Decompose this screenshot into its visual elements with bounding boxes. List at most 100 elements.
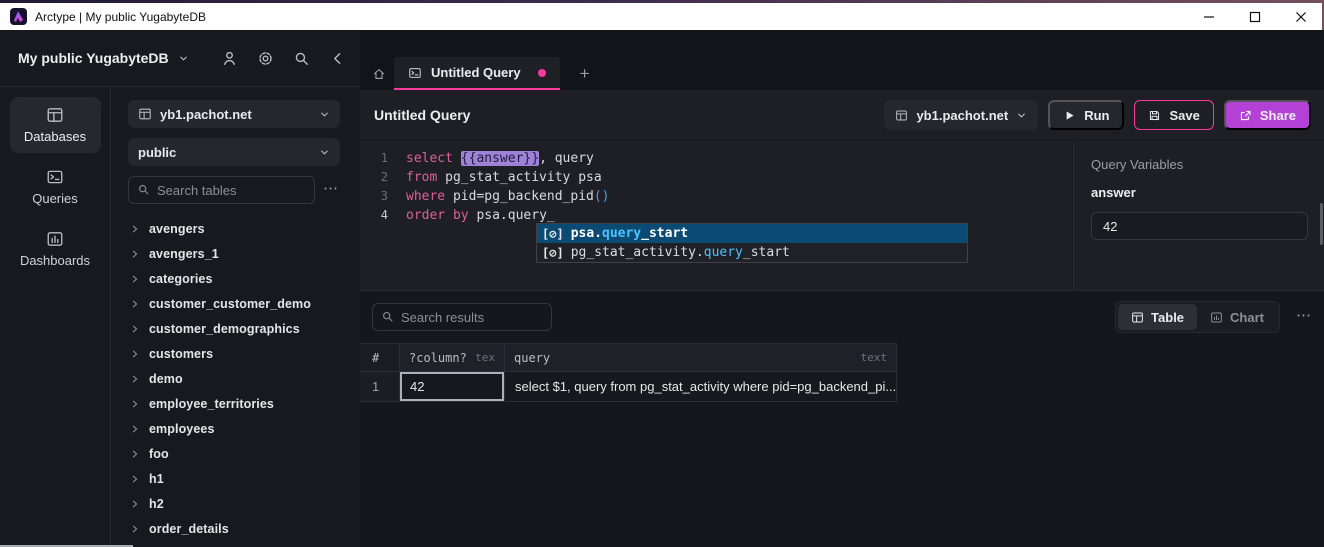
table-cell[interactable]: select $1, query from pg_stat_activity w… <box>505 372 897 402</box>
table-name: foo <box>149 447 169 461</box>
sql-editor[interactable]: 1 select {{answer}}, query 2 from pg_sta… <box>360 140 1072 290</box>
column-name: ?column? <box>409 351 467 365</box>
code-text: select {{answer}}, query <box>406 149 594 168</box>
title-bar: Arctype | My public YugabyteDB <box>0 3 1324 30</box>
tab-home[interactable] <box>363 57 394 90</box>
table-list-item[interactable]: h2 <box>128 491 348 516</box>
variable-value-input[interactable] <box>1091 212 1308 240</box>
results-panel: Table Chart ⋯ # ?column? tex query text … <box>360 290 1324 547</box>
scrollbar-thumb[interactable] <box>1320 203 1323 245</box>
user-icon[interactable] <box>221 50 238 67</box>
table-list-item[interactable]: foo <box>128 441 348 466</box>
table-list-item[interactable]: customer_demographics <box>128 316 348 341</box>
autocomplete-text: pg_stat_activity.query_start <box>571 245 790 260</box>
chevron-right-icon <box>130 524 140 534</box>
table-panel: yb1.pachot.net public ⋯ avengers avenger… <box>112 87 360 547</box>
nav-label: Dashboards <box>20 253 90 268</box>
primary-nav: Databases Queries Dashboards <box>0 87 111 547</box>
code-line[interactable]: 2 from pg_stat_activity psa <box>360 168 1072 187</box>
table-panel-more-button[interactable]: ⋯ <box>323 181 339 200</box>
column-header[interactable]: query text <box>505 343 897 372</box>
chevron-right-icon <box>130 399 140 409</box>
table-name: avengers <box>149 222 205 236</box>
column-header[interactable]: ?column? tex <box>400 343 505 372</box>
variables-panel-title: Query Variables <box>1091 157 1324 172</box>
chevron-right-icon <box>130 249 140 259</box>
variable-name: answer <box>1091 185 1324 200</box>
view-table-label: Table <box>1151 310 1184 325</box>
table-list-item[interactable]: customer_customer_demo <box>128 291 348 316</box>
collapse-sidebar-icon[interactable] <box>329 50 346 67</box>
results-more-button[interactable]: ⋯ <box>1296 308 1312 327</box>
table-list-item[interactable]: employees <box>128 416 348 441</box>
query-variables-panel: Query Variables answer <box>1073 140 1324 290</box>
table-name: employees <box>149 422 215 436</box>
home-icon <box>372 67 386 81</box>
query-title: Untitled Query <box>374 107 470 123</box>
table-list-item[interactable]: demo <box>128 366 348 391</box>
row-number-cell[interactable]: 1 <box>360 372 400 402</box>
view-table-button[interactable]: Table <box>1118 304 1197 330</box>
nav-label: Databases <box>24 129 86 144</box>
search-icon[interactable] <box>293 50 310 67</box>
search-tables-input[interactable] <box>128 176 315 204</box>
save-button[interactable]: Save <box>1134 100 1213 130</box>
connection-select[interactable]: yb1.pachot.net <box>128 100 340 128</box>
code-line[interactable]: 1 select {{answer}}, query <box>360 149 1072 168</box>
row-number-header: # <box>360 343 400 372</box>
run-button[interactable]: Run <box>1048 100 1124 130</box>
nav-label: Queries <box>32 191 78 206</box>
share-button[interactable]: Share <box>1224 100 1311 130</box>
line-number: 4 <box>360 206 406 225</box>
chevron-down-icon <box>1016 110 1027 121</box>
chevron-right-icon <box>130 324 140 334</box>
tab-untitled-query[interactable]: Untitled Query <box>394 57 560 90</box>
autocomplete-item[interactable]: [⊘] pg_stat_activity.query_start <box>537 243 967 262</box>
table-list-item[interactable]: orders <box>128 541 348 547</box>
database-table-icon <box>895 109 908 122</box>
field-icon: [⊘] <box>542 246 564 260</box>
table-list-item[interactable]: employee_territories <box>128 391 348 416</box>
chevron-right-icon <box>130 499 140 509</box>
table-list-item[interactable]: h1 <box>128 466 348 491</box>
nav-item-queries[interactable]: Queries <box>10 159 101 215</box>
tab-label: Untitled Query <box>431 65 521 80</box>
nav-item-databases[interactable]: Databases <box>10 97 101 153</box>
results-toolbar: Table Chart ⋯ <box>360 291 1324 343</box>
workspace-selector[interactable]: My public YugabyteDB <box>18 50 189 66</box>
share-icon <box>1239 109 1252 122</box>
tab-bar: Untitled Query + <box>360 30 1324 90</box>
schema-select[interactable]: public <box>128 138 340 166</box>
table-cell[interactable]: 42 <box>400 372 505 402</box>
queries-icon <box>46 168 64 186</box>
line-number: 1 <box>360 149 406 168</box>
table-name: categories <box>149 272 213 286</box>
table-list-item[interactable]: categories <box>128 266 348 291</box>
chevron-right-icon <box>130 224 140 234</box>
search-results-input[interactable] <box>372 303 552 331</box>
table-list-item[interactable]: customers <box>128 341 348 366</box>
chevron-right-icon <box>130 449 140 459</box>
table-list-item[interactable]: avengers_1 <box>128 241 348 266</box>
window-border-top <box>0 0 1324 3</box>
view-chart-button[interactable]: Chart <box>1197 304 1277 330</box>
query-connection-select[interactable]: yb1.pachot.net <box>884 100 1038 130</box>
code-line[interactable]: 3 where pid=pg_backend_pid() <box>360 187 1072 206</box>
database-table-icon <box>138 107 152 121</box>
code-lines: 1 select {{answer}}, query 2 from pg_sta… <box>360 149 1072 225</box>
dashboards-icon <box>46 230 64 248</box>
table-list-item[interactable]: order_details <box>128 516 348 541</box>
gear-icon[interactable] <box>257 50 274 67</box>
autocomplete-item[interactable]: [⊘] psa.query_start <box>537 224 967 243</box>
table-name: customer_demographics <box>149 322 300 336</box>
new-tab-button[interactable]: + <box>568 57 602 90</box>
arctype-logo-icon <box>10 8 27 25</box>
table-name: customers <box>149 347 213 361</box>
nav-item-dashboards[interactable]: Dashboards <box>10 221 101 277</box>
table-list-item[interactable]: avengers <box>128 216 348 241</box>
maximize-button[interactable] <box>1232 3 1278 30</box>
close-button[interactable] <box>1278 3 1324 30</box>
table-name: customer_customer_demo <box>149 297 311 311</box>
minimize-button[interactable] <box>1186 3 1232 30</box>
line-number: 2 <box>360 168 406 187</box>
